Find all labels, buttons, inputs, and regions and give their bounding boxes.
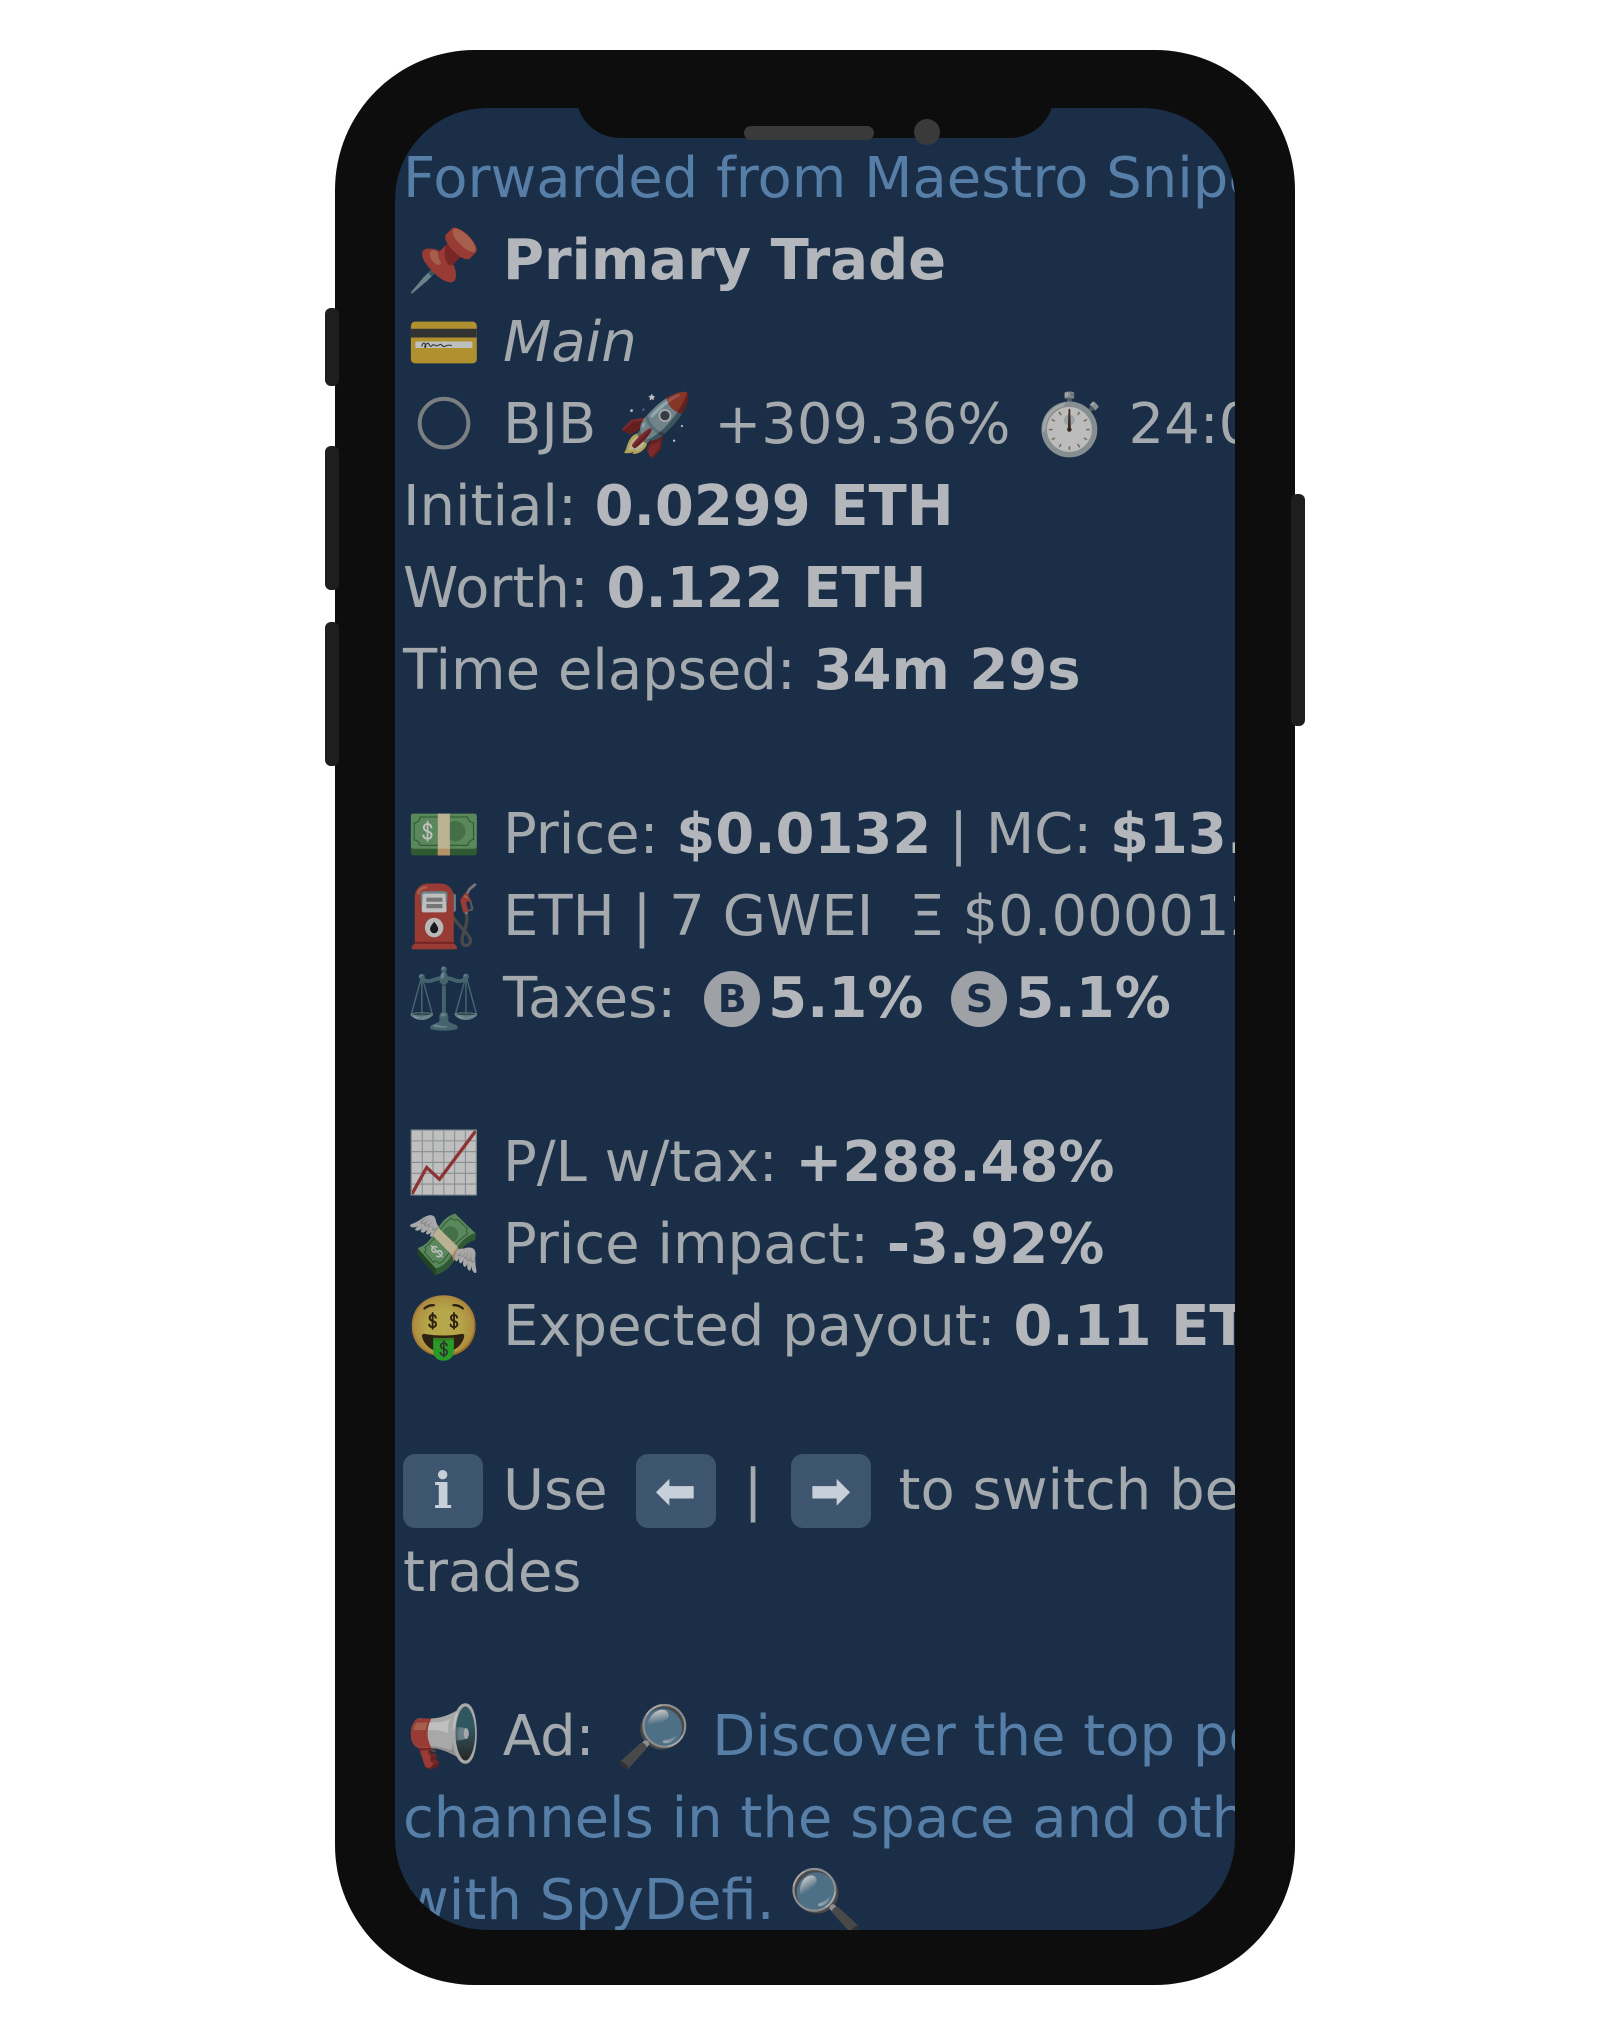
- forwarded-from-text[interactable]: Forwarded from Maestro Sniper: [403, 138, 1235, 220]
- gas-row: ⛽ ETH | 7 GWEI Ξ $0.000012: [403, 876, 1235, 958]
- nav-use: Use: [503, 1458, 608, 1523]
- wallet-name: Main: [503, 310, 637, 375]
- taxes-row: ⚖️ Taxes: B 5.1% S 5.1%: [403, 958, 1235, 1040]
- front-camera: [914, 119, 940, 145]
- title-row: 📌 Primary Trade: [403, 220, 1235, 302]
- worth-label: Worth:: [403, 556, 589, 621]
- ad-label: Ad:: [502, 1704, 595, 1769]
- price-row: 💵 Price: $0.0132 | MC: $13.3: [403, 794, 1235, 876]
- power-button: [1291, 494, 1305, 726]
- right-arrow-icon: ➡: [790, 1454, 871, 1528]
- ad-link-3[interactable]: with SpyDefi.: [403, 1860, 775, 1930]
- impact-row: 💸 Price impact: -3.92%: [403, 1204, 1235, 1286]
- nav-trades: trades: [403, 1540, 582, 1605]
- sell-tax-icon: S: [951, 971, 1008, 1027]
- pl-label: P/L w/tax:: [503, 1130, 778, 1195]
- coin-icon: 🌕: [412, 390, 476, 460]
- scales-icon: ⚖️: [406, 964, 482, 1034]
- trade-title: Primary Trade: [503, 228, 947, 293]
- ad-row-3: with SpyDefi. 🔍: [403, 1860, 1235, 1930]
- magnifier-end-icon: 🔍: [788, 1866, 863, 1930]
- initial-label: Initial:: [403, 474, 577, 539]
- buy-tax-value: 5.1%: [768, 966, 924, 1031]
- speaker-grille: [744, 126, 874, 140]
- worth-row: Worth: 0.122 ETH: [403, 548, 1235, 630]
- payout-value: 0.11 ETH: [1013, 1294, 1235, 1359]
- phone-screen: Forwarded from Maestro Sniper 📌 Primary …: [395, 108, 1235, 1930]
- left-arrow-icon: ⬅: [635, 1454, 716, 1528]
- trade-message: Forwarded from Maestro Sniper 📌 Primary …: [403, 138, 1235, 1930]
- payout-label: Expected payout:: [503, 1294, 996, 1359]
- ad-link-1[interactable]: Discover the top performing: [712, 1696, 1235, 1778]
- initial-row: Initial: 0.0299 ETH: [403, 466, 1235, 548]
- nav-row-2: trades: [403, 1532, 1235, 1614]
- ad-link-2[interactable]: channels in the space and others: [403, 1778, 1235, 1860]
- pl-value: +288.48%: [795, 1130, 1115, 1195]
- payout-row: 🤑 Expected payout: 0.11 ETH: [403, 1286, 1235, 1368]
- credit-card-icon: 💳: [406, 308, 482, 378]
- token-change: +309.36%: [714, 392, 1011, 457]
- worth-value: 0.122 ETH: [606, 556, 927, 621]
- token-row: 🌕 BJB 🚀 +309.36% ⏱️ 24:00: [403, 384, 1235, 466]
- price-value: $0.0132: [676, 802, 932, 867]
- token-symbol: BJB: [503, 392, 597, 457]
- pin-icon: 📌: [406, 226, 482, 296]
- megaphone-icon: 📢: [406, 1702, 482, 1772]
- price-label: Price:: [503, 802, 659, 867]
- elapsed-label: Time elapsed:: [403, 638, 796, 703]
- nav-text: to switch between: [898, 1458, 1236, 1523]
- forwarded-header[interactable]: Forwarded from Maestro Sniper: [403, 138, 1235, 220]
- gas-text: ETH | 7 GWEI: [503, 884, 874, 949]
- initial-value: 0.0299 ETH: [594, 474, 954, 539]
- fuel-pump-icon: ⛽: [406, 882, 482, 952]
- sell-tax-value: 5.1%: [1015, 966, 1171, 1031]
- timer-value: 24:00: [1128, 392, 1235, 457]
- pl-row: 📈 P/L w/tax: +288.48%: [403, 1122, 1235, 1204]
- money-wings-icon: 💸: [406, 1210, 482, 1280]
- mute-switch: [325, 308, 339, 386]
- impact-label: Price impact:: [503, 1212, 869, 1277]
- elapsed-value: 34m 29s: [813, 638, 1081, 703]
- rocket-icon: 🚀: [618, 390, 693, 460]
- volume-up-button: [325, 446, 339, 590]
- price-separator: |: [949, 802, 969, 867]
- impact-value: -3.92%: [886, 1212, 1105, 1277]
- wallet-row: 💳 Main: [403, 302, 1235, 384]
- info-icon: ℹ: [403, 1454, 483, 1528]
- chart-up-icon: 📈: [406, 1128, 482, 1198]
- stopwatch-icon: ⏱️: [1032, 390, 1107, 460]
- magnifier-icon: 🔎: [615, 1702, 691, 1772]
- mc-label: MC:: [985, 802, 1093, 867]
- gas-cost: Ξ $0.000012: [909, 884, 1235, 949]
- buy-tax-icon: B: [704, 971, 761, 1027]
- phone-frame: Forwarded from Maestro Sniper 📌 Primary …: [325, 50, 1305, 1985]
- nav-row: ℹ Use ⬅ | ➡ to switch between: [403, 1450, 1235, 1532]
- elapsed-row: Time elapsed: 34m 29s: [403, 630, 1235, 712]
- money-face-icon: 🤑: [406, 1292, 482, 1362]
- ad-row-2: channels in the space and others: [403, 1778, 1235, 1860]
- mc-value: $13.3: [1109, 802, 1235, 867]
- taxes-label: Taxes:: [503, 966, 677, 1031]
- money-icon: 💵: [406, 800, 482, 870]
- nav-separator: |: [743, 1458, 763, 1523]
- ad-row: 📢 Ad: 🔎 Discover the top performing: [403, 1696, 1235, 1778]
- volume-down-button: [325, 622, 339, 766]
